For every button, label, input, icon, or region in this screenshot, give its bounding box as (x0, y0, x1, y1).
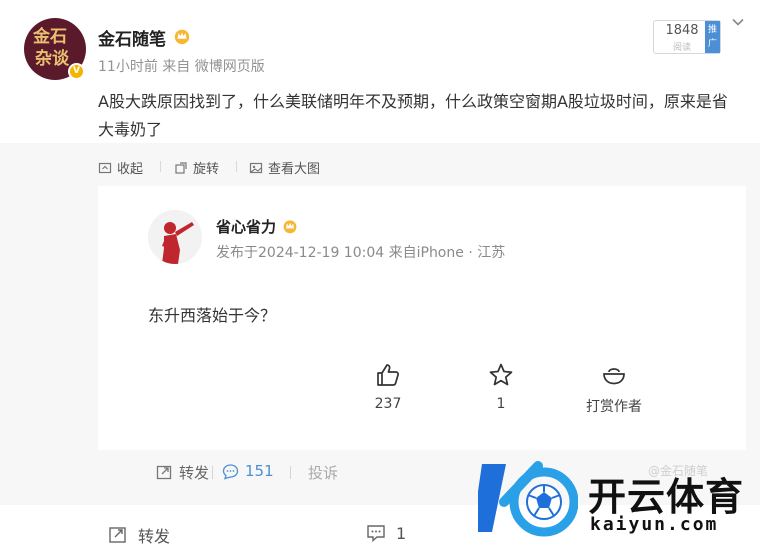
collapse-icon (98, 162, 112, 173)
view-large-label: 查看大图 (268, 162, 321, 177)
toolbar-divider (160, 161, 161, 172)
promo-badge[interactable]: 1848 阅读 推广 (653, 20, 721, 54)
person-silhouette-icon (148, 210, 202, 264)
card-author-avatar[interactable] (148, 210, 202, 264)
card-author-name[interactable]: 省心省力 (216, 216, 276, 237)
toolbar-divider (236, 161, 237, 172)
tip-author-button[interactable]: 打赏作者 (574, 362, 654, 416)
verified-badge: V (68, 63, 85, 80)
footer-divider (212, 466, 213, 479)
forward-icon (156, 465, 172, 480)
ball-logo-icon (478, 461, 578, 537)
image-icon (249, 162, 263, 173)
like-count: 237 (374, 396, 402, 412)
forward-label: 转发 (138, 527, 171, 546)
forward-icon (109, 527, 126, 543)
card-forward-button[interactable]: 转发 (156, 462, 209, 483)
embedded-post-card: 省心省力 发布于2024-12-19 10:04 来自iPhone · 江苏 东… (98, 186, 746, 450)
view-large-button[interactable]: 查看大图 (249, 158, 320, 177)
post-text: A股大跌原因找到了，什么美联储明年不及预期，什么政策空窗期A股垃圾时间，原来是省… (98, 92, 728, 139)
watermark-brand-cn: 开云体育 (588, 475, 745, 519)
card-comment-button[interactable]: 151 (222, 462, 274, 480)
avatar-text-line-1: 金石 (33, 27, 67, 47)
comment-button[interactable]: 1 (366, 523, 406, 543)
rotate-icon (175, 161, 187, 174)
rotate-button[interactable]: 旋转 (174, 158, 219, 177)
post-meta: 11小时前 来自 微博网页版 (98, 59, 265, 75)
comment-icon (222, 463, 239, 479)
author-name[interactable]: 金石随笔 (98, 25, 166, 50)
like-button[interactable]: 237 (348, 362, 428, 412)
collapse-label: 收起 (117, 162, 144, 177)
card-post-meta: 发布于2024-12-19 10:04 来自iPhone · 江苏 (216, 245, 506, 261)
forward-button[interactable]: 转发 (108, 523, 170, 547)
read-count-label: 阅读 (672, 43, 691, 53)
tip-author-label: 打赏作者 (586, 399, 642, 415)
avatar-text-line-2: 杂谈 (35, 49, 69, 69)
favorite-button[interactable]: 1 (461, 362, 541, 412)
favorite-count: 1 (496, 396, 506, 412)
crown-icon (283, 220, 297, 234)
card-report-button[interactable]: 投诉 (308, 462, 338, 483)
watermark-brand-en: kaiyun.com (590, 514, 719, 535)
card-forward-label: 转发 (179, 464, 210, 482)
comment-icon (367, 525, 385, 543)
star-icon (489, 363, 513, 386)
collapse-button[interactable]: 收起 (98, 158, 143, 177)
card-post-text: 东升西落始于今？ (148, 306, 277, 325)
tip-bowl-icon (603, 368, 625, 385)
chevron-down-icon[interactable] (731, 15, 745, 29)
read-count: 1848 (665, 23, 699, 38)
card-comment-count: 151 (245, 462, 274, 480)
promo-tag: 推广 (705, 21, 720, 53)
thumbs-up-icon (377, 364, 399, 386)
card-report-label: 投诉 (308, 464, 339, 482)
crown-icon (174, 29, 190, 45)
comment-count: 1 (396, 523, 407, 543)
rotate-label: 旋转 (193, 162, 220, 177)
footer-divider (290, 466, 291, 479)
